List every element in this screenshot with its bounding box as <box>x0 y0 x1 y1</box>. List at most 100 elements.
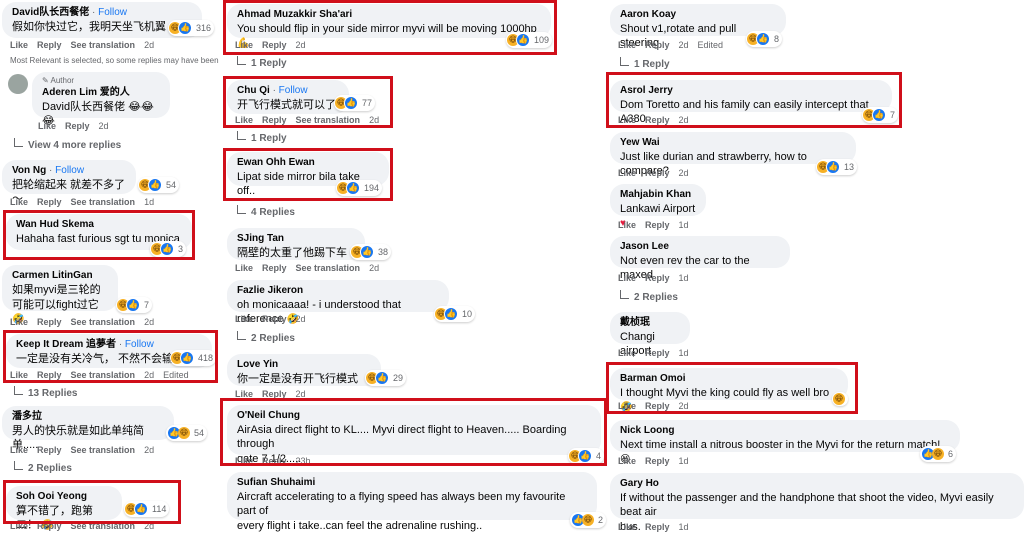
reply-button[interactable]: Reply <box>645 273 670 283</box>
see-translation-link[interactable]: See translation <box>71 445 136 455</box>
reply-button[interactable]: Reply <box>645 168 670 178</box>
reply-button[interactable]: Reply <box>645 456 670 466</box>
view-replies[interactable]: 13 Replies <box>14 386 77 399</box>
comment-author[interactable]: Carmen LitinGan <box>12 269 108 282</box>
view-replies[interactable]: 2 Replies <box>620 290 678 303</box>
like-button[interactable]: Like <box>618 40 636 50</box>
reply-button[interactable]: Reply <box>262 314 287 324</box>
like-button[interactable]: Like <box>235 263 253 273</box>
reply-button[interactable]: Reply <box>37 317 62 327</box>
timestamp[interactable]: 2d <box>369 263 379 273</box>
timestamp[interactable]: 1d <box>144 197 154 207</box>
comment-bubble: ✎ Author Aderen Lim 爱的人 David队长西餐佬 😂😂😂 <box>32 72 170 127</box>
timestamp[interactable]: 1d <box>679 273 689 283</box>
comment-actions: Like Reply 1d <box>618 522 698 532</box>
like-button[interactable]: Like <box>10 317 28 327</box>
comment-author[interactable]: Aderen Lim 爱的人 <box>42 86 160 99</box>
reaction-summary[interactable]: 😆 👍 10 <box>434 306 476 322</box>
comment-actions: Like Reply See translation 2d <box>10 40 163 50</box>
comment-author[interactable]: SJing Tan <box>237 232 355 245</box>
like-button[interactable]: Like <box>10 445 28 455</box>
see-translation-link[interactable]: See translation <box>71 317 136 327</box>
highlight-box <box>220 398 607 466</box>
comment-author[interactable]: Sufian Shuhaimi <box>237 476 587 489</box>
timestamp[interactable]: 2d <box>679 40 689 50</box>
comment-author[interactable]: Mahjabin Khan <box>620 188 696 201</box>
like-button[interactable]: Like <box>38 121 56 131</box>
like-button[interactable]: Like <box>10 197 28 207</box>
reply-button[interactable]: Reply <box>37 445 62 455</box>
avatar[interactable] <box>8 74 28 94</box>
timestamp[interactable]: 1d <box>679 456 689 466</box>
comment-bubble: Fazlie Jikeron oh monicaaaa! - i underst… <box>227 280 449 325</box>
comment-author[interactable]: Fazlie Jikeron <box>237 284 439 297</box>
timestamp[interactable]: 2d <box>296 314 306 324</box>
reply-button[interactable]: Reply <box>37 40 62 50</box>
reply-button[interactable]: Reply <box>645 348 670 358</box>
view-replies[interactable]: 1 Reply <box>237 131 287 144</box>
reply-button[interactable]: Reply <box>37 197 62 207</box>
follow-link[interactable]: Follow <box>49 165 84 176</box>
comment-author[interactable]: Gary Ho <box>620 477 1014 490</box>
comment-actions: Like Reply 1d <box>618 348 698 358</box>
comment-author[interactable]: Love Yin <box>237 358 371 371</box>
view-replies[interactable]: 2 Replies <box>237 331 295 344</box>
see-translation-link[interactable]: See translation <box>71 197 136 207</box>
timestamp[interactable]: 1d <box>679 220 689 230</box>
timestamp[interactable]: 2d <box>144 40 154 50</box>
like-button[interactable]: Like <box>618 456 636 466</box>
like-button[interactable]: Like <box>618 348 636 358</box>
reply-arrow-icon <box>237 56 246 65</box>
reply-arrow-icon <box>237 331 246 340</box>
comment-author[interactable]: David队长西餐佬 <box>12 7 89 18</box>
comment-actions: Like Reply See translation 1d <box>10 197 163 207</box>
reaction-summary[interactable]: 😆 👍 8 <box>746 31 783 47</box>
see-translation-link[interactable]: See translation <box>71 40 136 50</box>
like-button[interactable]: Like <box>10 40 28 50</box>
timestamp[interactable]: 2d <box>679 168 689 178</box>
view-replies[interactable]: 2 Replies <box>14 461 72 474</box>
like-button[interactable]: Like <box>618 273 636 283</box>
reaction-summary[interactable]: 😆 👍 38 <box>350 244 392 260</box>
view-more-replies[interactable]: View 4 more replies <box>14 138 121 151</box>
reaction-summary[interactable]: 👍 😆 6 <box>920 446 957 462</box>
view-replies[interactable]: 1 Reply <box>237 56 287 69</box>
comment-author[interactable]: Von Ng <box>12 165 46 176</box>
follow-link[interactable]: Follow <box>92 7 127 18</box>
reaction-summary[interactable]: 👍 😆 2 <box>570 512 607 528</box>
see-translation-link[interactable]: See translation <box>296 263 361 273</box>
like-button[interactable]: Like <box>618 220 636 230</box>
timestamp[interactable]: 1d <box>679 348 689 358</box>
comment-author[interactable]: Yew Wai <box>620 136 846 149</box>
timestamp[interactable]: 2d <box>99 121 109 131</box>
comment-author[interactable]: Nick Loong <box>620 424 950 437</box>
comment-actions: Like Reply 2d <box>618 168 698 178</box>
reaction-summary[interactable]: 😆 👍 7 <box>116 297 153 313</box>
comment-author[interactable]: Jason Lee <box>620 240 780 253</box>
reaction-summary[interactable]: 👍 😆 54 <box>166 425 208 441</box>
timestamp[interactable]: 2d <box>144 445 154 455</box>
like-button[interactable]: Like <box>618 522 636 532</box>
highlight-box <box>223 148 393 201</box>
reaction-summary[interactable]: 😆 👍 29 <box>365 370 407 386</box>
comment-author[interactable]: 戴桢珉 <box>620 316 680 329</box>
view-replies[interactable]: 4 Replies <box>237 205 295 218</box>
like-button[interactable]: Like <box>618 168 636 178</box>
timestamp[interactable]: 1d <box>679 522 689 532</box>
reply-button[interactable]: Reply <box>645 522 670 532</box>
timestamp[interactable]: 2d <box>144 317 154 327</box>
highlight-box <box>3 330 218 383</box>
reaction-summary[interactable]: 😆 👍 316 <box>168 20 215 36</box>
reply-button[interactable]: Reply <box>65 121 90 131</box>
reply-button[interactable]: Reply <box>645 40 670 50</box>
comment-author[interactable]: 潘多拉 <box>12 410 164 423</box>
comment-actions: Like Reply 1d <box>618 220 698 230</box>
like-button[interactable]: Like <box>235 314 253 324</box>
comment-author[interactable]: Aaron Koay <box>620 8 776 21</box>
reply-button[interactable]: Reply <box>262 263 287 273</box>
reaction-summary[interactable]: 😆 👍 54 <box>138 177 180 193</box>
view-replies[interactable]: 1 Reply <box>620 57 670 70</box>
comment-bubble: Jason Lee Not even rev the car to the ma… <box>610 236 790 281</box>
reaction-summary[interactable]: 😆 👍 13 <box>816 159 858 175</box>
reply-button[interactable]: Reply <box>645 220 670 230</box>
